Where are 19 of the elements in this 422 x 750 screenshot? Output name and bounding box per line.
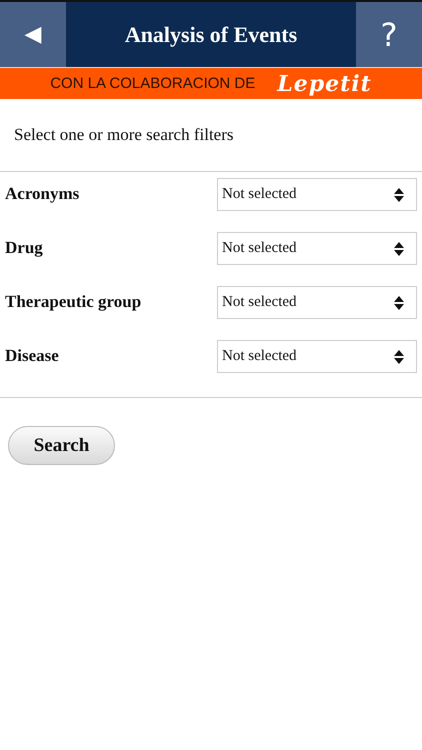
search-button[interactable]: Search bbox=[8, 426, 115, 465]
filter-label: Therapeutic group bbox=[5, 291, 142, 312]
filter-select[interactable]: Not selected bbox=[217, 232, 417, 265]
filter-label: Drug bbox=[5, 237, 43, 258]
sort-arrows-icon bbox=[394, 350, 404, 364]
instruction-text: Select one or more search filters bbox=[13, 124, 234, 146]
help-button[interactable]: ? bbox=[356, 2, 422, 67]
filter-label: Acronyms bbox=[5, 183, 80, 204]
banner-text: CON LA COLABORACION DE bbox=[50, 75, 256, 92]
filter-label: Disease bbox=[5, 345, 59, 366]
sort-arrows-icon bbox=[394, 242, 404, 256]
sponsor-logo: Lepetit bbox=[277, 70, 372, 96]
window-title: Analysis of Events bbox=[66, 2, 356, 67]
back-button[interactable]: ◀ bbox=[0, 2, 66, 67]
filter-select[interactable]: Not selected bbox=[217, 286, 417, 319]
filter-select[interactable]: Not selected bbox=[217, 340, 417, 373]
sort-arrows-icon bbox=[394, 296, 404, 310]
filter-select[interactable]: Not selected bbox=[217, 178, 417, 211]
sort-arrows-icon bbox=[394, 188, 404, 202]
